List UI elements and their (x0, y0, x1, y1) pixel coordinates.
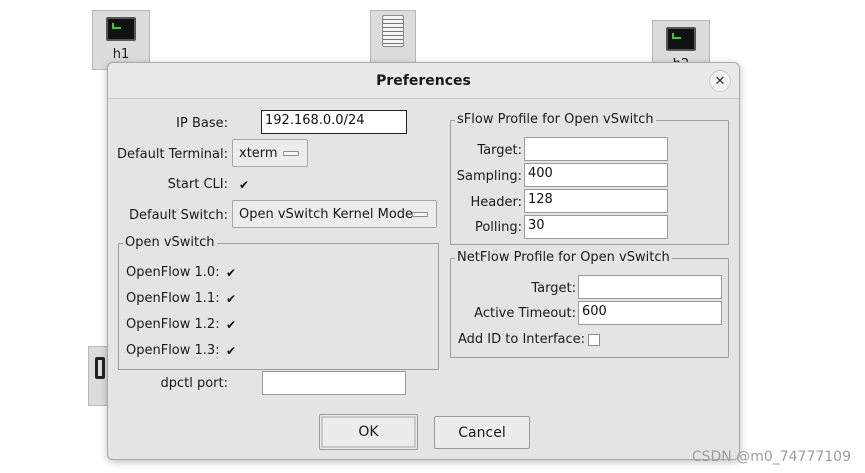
ip-base-input[interactable]: 192.168.0.0/24 (261, 110, 407, 134)
ip-base-label: IP Base: (176, 116, 228, 131)
start-cli-label: Start CLI: (167, 177, 228, 192)
start-cli-checkbox[interactable]: ✔ (238, 179, 250, 191)
openflow-13-checkbox[interactable]: ✔ (225, 345, 237, 357)
menu-indicator-icon (283, 151, 299, 156)
dpctl-port-label: dpctl port: (160, 376, 228, 391)
sflow-header-input[interactable]: 128 (524, 189, 668, 213)
dpctl-port-input[interactable] (262, 371, 406, 395)
dialog-title: Preferences (376, 73, 471, 89)
preferences-dialog: Preferences ✕ IP Base: 192.168.0.0/24 De… (107, 62, 740, 460)
default-switch-label: Default Switch: (129, 208, 228, 223)
netflow-active-timeout-label: Active Timeout: (474, 306, 576, 321)
sflow-target-input[interactable] (524, 137, 668, 161)
netflow-active-timeout-input[interactable]: 600 (578, 301, 722, 325)
openflow-10-label: OpenFlow 1.0: (126, 265, 220, 280)
terminal-icon (666, 27, 696, 51)
watermark-text: CSDN @m0_74777109 (691, 449, 851, 465)
close-button[interactable]: ✕ (709, 70, 731, 92)
dialog-titlebar: Preferences ✕ (108, 63, 739, 99)
openflow-12-label: OpenFlow 1.2: (126, 317, 220, 332)
openflow-12-checkbox[interactable]: ✔ (225, 319, 237, 331)
default-terminal-label: Default Terminal: (117, 147, 228, 162)
sflow-header-label: Header: (470, 195, 523, 210)
openvswitch-group-title: Open vSwitch (123, 235, 217, 250)
host-h1-label: h1 (112, 47, 130, 62)
switch-node[interactable] (370, 10, 416, 64)
terminal-icon (95, 357, 105, 379)
sflow-polling-input[interactable]: 30 (524, 215, 668, 239)
netflow-target-label: Target: (531, 281, 576, 296)
sflow-sampling-label: Sampling: (456, 169, 522, 184)
server-icon (382, 15, 404, 47)
cancel-button[interactable]: Cancel (434, 416, 530, 449)
default-terminal-value: xterm (239, 145, 278, 161)
openflow-11-checkbox[interactable]: ✔ (225, 293, 237, 305)
openflow-11-label: OpenFlow 1.1: (126, 291, 220, 306)
default-terminal-select[interactable]: xterm (232, 139, 308, 167)
sflow-target-label: Target: (477, 143, 522, 158)
menu-indicator-icon (412, 212, 428, 217)
netflow-add-id-checkbox[interactable] (588, 334, 600, 346)
close-icon: ✕ (714, 73, 726, 89)
sflow-group-title: sFlow Profile for Open vSwitch (455, 112, 656, 127)
ok-button[interactable]: OK (319, 414, 418, 450)
openflow-10-checkbox[interactable]: ✔ (225, 267, 237, 279)
host-h1-node[interactable]: h1 (92, 10, 150, 70)
netflow-group-title: NetFlow Profile for Open vSwitch (455, 250, 672, 265)
default-switch-value: Open vSwitch Kernel Mode (239, 206, 414, 222)
sflow-sampling-input[interactable]: 400 (524, 163, 668, 187)
openflow-13-label: OpenFlow 1.3: (126, 343, 220, 358)
netflow-add-id-label: Add ID to Interface: (458, 332, 586, 347)
sflow-polling-label: Polling: (474, 220, 522, 235)
terminal-icon (106, 17, 136, 41)
default-switch-select[interactable]: Open vSwitch Kernel Mode (232, 200, 437, 228)
netflow-target-input[interactable] (578, 275, 722, 299)
